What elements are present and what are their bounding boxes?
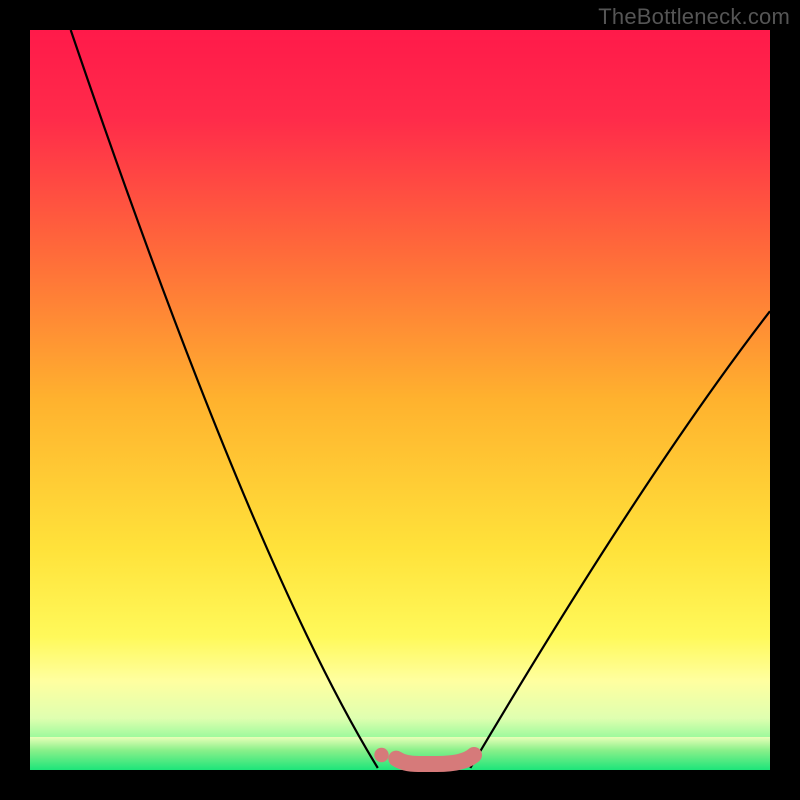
watermark-label: TheBottleneck.com (598, 4, 790, 30)
optimal-zone-band (30, 737, 770, 770)
plot-area (30, 30, 770, 770)
chart-frame: TheBottleneck.com (0, 0, 800, 800)
